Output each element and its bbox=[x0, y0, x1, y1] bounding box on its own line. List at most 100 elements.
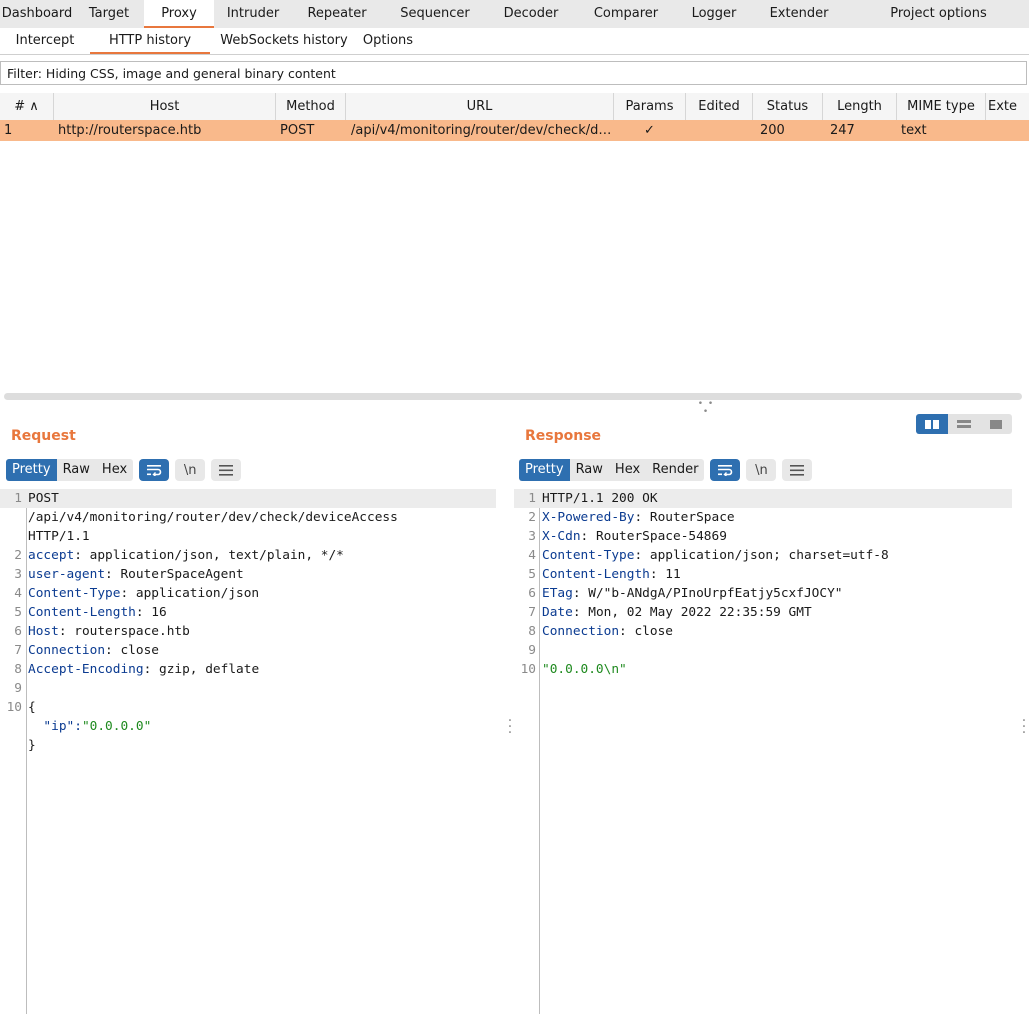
layout-stacked-icon[interactable] bbox=[948, 414, 980, 434]
line-content: Host: routerspace.htb bbox=[28, 622, 190, 641]
line-content: } bbox=[28, 736, 36, 755]
line-content: Content-Length: 11 bbox=[542, 565, 681, 584]
response-tab-pretty[interactable]: Pretty bbox=[519, 459, 570, 481]
header-name: X-Cdn bbox=[542, 529, 581, 544]
top-tab-project-options[interactable]: Project options bbox=[848, 0, 1029, 28]
request-code-line: 9 bbox=[0, 679, 496, 698]
col-length-header[interactable]: Length bbox=[823, 93, 897, 120]
header-name: Connection bbox=[28, 643, 106, 658]
col-url-header[interactable]: URL bbox=[346, 93, 614, 120]
line-number: 7 bbox=[14, 643, 22, 658]
header-name: Host bbox=[28, 624, 59, 639]
sub-tab-websockets-history[interactable]: WebSockets history bbox=[210, 28, 358, 54]
response-kebab-icon[interactable]: · · · bbox=[1021, 714, 1027, 740]
line-content: { bbox=[28, 698, 36, 717]
top-tab-dashboard[interactable]: Dashboard bbox=[0, 0, 74, 28]
text-value: : application/json bbox=[120, 586, 260, 601]
request-code-line: 7 Connection: close bbox=[0, 641, 496, 660]
horizontal-scrollbar[interactable] bbox=[4, 393, 1022, 400]
request-tab-raw[interactable]: Raw bbox=[56, 459, 96, 481]
text-value: HTTP/1.1 200 OK bbox=[542, 491, 658, 506]
response-tab-hex[interactable]: Hex bbox=[608, 459, 647, 481]
header-name: Content-Type bbox=[542, 548, 635, 563]
line-number: 3 bbox=[14, 567, 22, 582]
request-tab-pretty[interactable]: Pretty bbox=[6, 459, 57, 481]
col-number-header[interactable]: # ∧ bbox=[0, 93, 54, 120]
top-tab-logger[interactable]: Logger bbox=[678, 0, 750, 28]
text-value: : gzip, deflate bbox=[143, 662, 260, 677]
menu-icon[interactable] bbox=[211, 459, 242, 481]
sub-tab-http-history[interactable]: HTTP history bbox=[90, 28, 210, 54]
text-value: : RouterSpace bbox=[634, 510, 735, 525]
col-status-header[interactable]: Status bbox=[753, 93, 823, 120]
top-tab-repeater[interactable]: Repeater bbox=[292, 0, 382, 28]
text-value: : 16 bbox=[135, 605, 167, 620]
newline-icon[interactable]: \n bbox=[746, 459, 777, 481]
top-tab-target[interactable]: Target bbox=[74, 0, 144, 28]
line-content: Content-Length: 16 bbox=[28, 603, 167, 622]
line-content: user-agent: RouterSpaceAgent bbox=[28, 565, 244, 584]
col-params-header[interactable]: Params bbox=[614, 93, 686, 120]
sub-tab-intercept[interactable]: Intercept bbox=[0, 28, 90, 54]
top-tab-decoder[interactable]: Decoder bbox=[488, 0, 574, 28]
request-tab-hex[interactable]: Hex bbox=[95, 459, 134, 481]
col-extension-header[interactable]: Exte bbox=[986, 93, 1029, 120]
response-code-line: 10 "0.0.0.0\n" bbox=[514, 660, 1012, 679]
response-code-line: 3 X-Cdn: RouterSpace-54869 bbox=[514, 527, 1012, 546]
text-value: POST bbox=[28, 491, 59, 506]
newline-icon[interactable]: \n bbox=[175, 459, 206, 481]
line-number: 8 bbox=[14, 662, 22, 677]
request-view-tabs: Pretty Raw Hex bbox=[6, 459, 134, 481]
col-edited-header[interactable]: Edited bbox=[686, 93, 753, 120]
line-number: 1 bbox=[14, 491, 22, 506]
text-value: : application/json, text/plain, */* bbox=[74, 548, 344, 563]
sub-tab-options[interactable]: Options bbox=[358, 28, 418, 54]
header-name: Accept-Encoding bbox=[28, 662, 144, 677]
request-code-line: 8 Accept-Encoding: gzip, deflate bbox=[0, 660, 496, 679]
line-content: X-Powered-By: RouterSpace bbox=[542, 508, 735, 527]
layout-single-icon[interactable] bbox=[980, 414, 1012, 434]
top-tab-intruder[interactable]: Intruder bbox=[214, 0, 292, 28]
top-tab-sequencer[interactable]: Sequencer bbox=[382, 0, 488, 28]
response-tab-raw[interactable]: Raw bbox=[569, 459, 609, 481]
text-value: : application/json; charset=utf-8 bbox=[634, 548, 889, 563]
request-editor[interactable]: 1 POST/api/v4/monitoring/router/dev/check… bbox=[0, 489, 496, 755]
top-tab-extender[interactable]: Extender bbox=[750, 0, 848, 28]
response-view-tabs: Pretty Raw Hex Render bbox=[519, 459, 705, 481]
response-code-line: 8 Connection: close bbox=[514, 622, 1012, 641]
line-content: HTTP/1.1 bbox=[28, 527, 90, 546]
splitter-handle[interactable]: • • • bbox=[696, 400, 716, 417]
line-number: 4 bbox=[528, 548, 536, 563]
table-header: # ∧ Host Method URL Params Edited Status Length… bbox=[0, 93, 1029, 121]
response-code-line: 1 HTTP/1.1 200 OK bbox=[514, 489, 1012, 508]
layout-toggle bbox=[916, 414, 1012, 434]
text-value: HTTP/1.1 bbox=[28, 529, 90, 544]
line-number: 2 bbox=[14, 548, 22, 563]
line-content: Connection: close bbox=[28, 641, 159, 660]
col-method-header[interactable]: Method bbox=[276, 93, 346, 120]
header-name: Date bbox=[542, 605, 573, 620]
line-number: 5 bbox=[528, 567, 536, 582]
request-kebab-icon[interactable]: · · · bbox=[507, 714, 513, 740]
request-toolbar: Pretty Raw Hex \n bbox=[6, 459, 242, 481]
line-number: 1 bbox=[528, 491, 536, 506]
layout-side-by-side-icon[interactable] bbox=[916, 414, 948, 434]
wrap-lines-icon[interactable] bbox=[139, 459, 170, 481]
col-mime-type-header[interactable]: MIME type bbox=[897, 93, 986, 120]
col-host-header[interactable]: Host bbox=[54, 93, 276, 120]
response-editor[interactable]: 1 HTTP/1.1 200 OK 2 X-Powered-By: RouterSpa… bbox=[514, 489, 1012, 679]
top-tab-proxy[interactable]: Proxy bbox=[144, 0, 214, 28]
response-tab-render[interactable]: Render bbox=[646, 459, 705, 481]
top-tab-comparer[interactable]: Comparer bbox=[574, 0, 678, 28]
wrap-lines-icon[interactable] bbox=[710, 459, 741, 481]
header-name: Connection bbox=[542, 624, 620, 639]
response-toolbar: Pretty Raw Hex Render \n bbox=[519, 459, 813, 481]
response-code-line: 5 Content-Length: 11 bbox=[514, 565, 1012, 584]
filter-bar[interactable]: Filter: Hiding CSS, image and general bi… bbox=[0, 61, 1027, 85]
line-content: ETag: W/"b-ANdgA/PInoUrpfEatjy5cxfJOCY" bbox=[542, 584, 842, 603]
table-row[interactable]: 1 http://routerspace.htb POST/api/v4/monit… bbox=[0, 120, 1029, 141]
line-content: Connection: close bbox=[542, 622, 673, 641]
col-url-cell: /api/v4/monitoring/router/dev/check/de..… bbox=[351, 123, 613, 138]
line-number: 5 bbox=[14, 605, 22, 620]
menu-icon[interactable] bbox=[782, 459, 813, 481]
